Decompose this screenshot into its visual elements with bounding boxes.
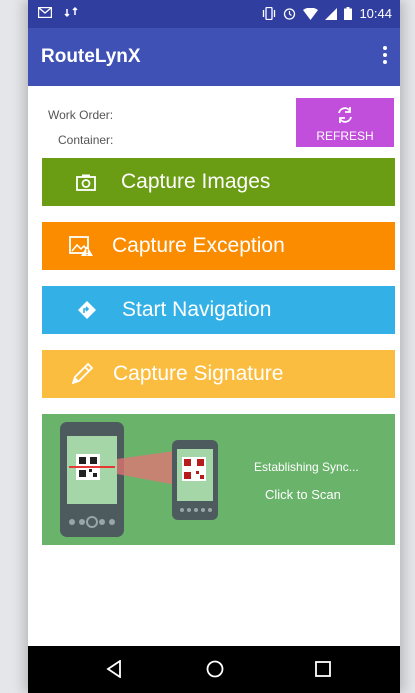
container-label: Container: bbox=[58, 133, 114, 147]
vibrate-icon bbox=[263, 7, 276, 20]
scan-panel[interactable]: Establishing Sync... Click to Scan bbox=[42, 414, 395, 545]
capture-exception-label: Capture Exception bbox=[112, 234, 285, 257]
pencil-icon bbox=[71, 362, 94, 385]
signal-icon bbox=[325, 7, 338, 20]
refresh-icon bbox=[338, 107, 352, 123]
app-bar: RouteLynX bbox=[28, 28, 400, 86]
start-navigation-label: Start Navigation bbox=[122, 298, 272, 321]
overflow-menu-icon[interactable] bbox=[380, 44, 390, 68]
battery-icon bbox=[344, 7, 353, 20]
capture-images-button[interactable]: Capture Images bbox=[42, 158, 395, 206]
capture-images-label: Capture Images bbox=[121, 170, 271, 193]
gmail-icon bbox=[38, 6, 52, 18]
back-icon[interactable] bbox=[106, 660, 122, 678]
capture-exception-button[interactable]: Capture Exception bbox=[42, 222, 395, 270]
click-to-scan-text[interactable]: Click to Scan bbox=[265, 487, 341, 502]
status-time: 10:44 bbox=[359, 6, 392, 21]
start-navigation-button[interactable]: Start Navigation bbox=[42, 286, 395, 334]
sync-icon bbox=[64, 6, 78, 18]
phone-screen: 10:44 RouteLynX Work Order: Container: R… bbox=[28, 0, 400, 693]
alarm-icon bbox=[284, 8, 296, 20]
capture-signature-button[interactable]: Capture Signature bbox=[42, 350, 395, 398]
navigation-icon bbox=[78, 301, 96, 319]
app-title: RouteLynX bbox=[41, 46, 141, 67]
system-nav-bar bbox=[28, 646, 400, 693]
refresh-button[interactable]: REFRESH bbox=[296, 98, 394, 147]
capture-signature-label: Capture Signature bbox=[113, 362, 284, 385]
refresh-label: REFRESH bbox=[316, 129, 374, 143]
image-warning-icon bbox=[69, 236, 93, 256]
phone-scan-illustration bbox=[60, 422, 218, 537]
sync-status-text: Establishing Sync... bbox=[254, 460, 359, 474]
status-bar: 10:44 bbox=[28, 0, 400, 28]
home-icon[interactable] bbox=[206, 660, 224, 678]
wifi-icon bbox=[303, 7, 319, 20]
work-order-label: Work Order: bbox=[48, 108, 114, 122]
recents-icon[interactable] bbox=[315, 661, 331, 677]
camera-icon bbox=[76, 174, 96, 191]
